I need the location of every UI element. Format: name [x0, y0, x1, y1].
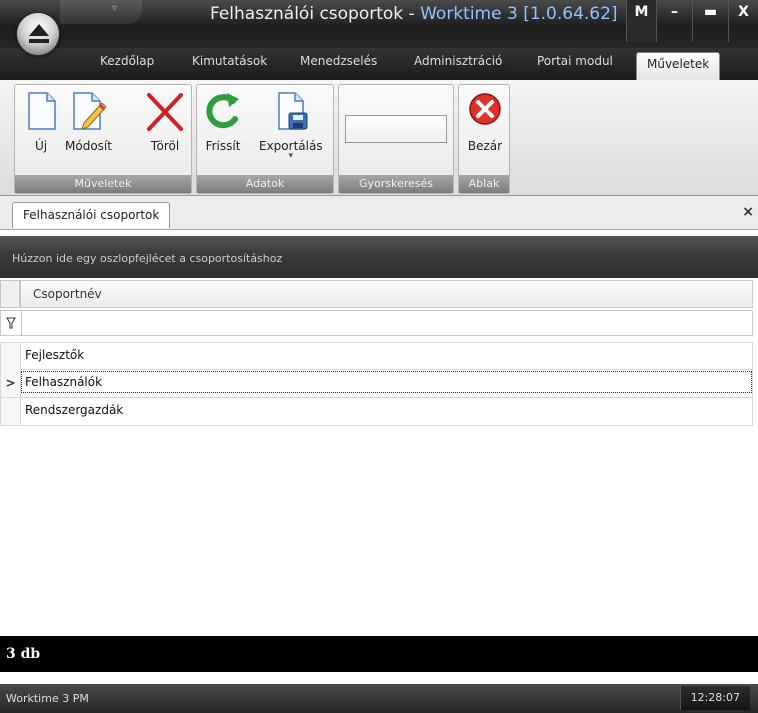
ribbon-tabs: Kezdőlap Kimutatások Menedzselés Adminis… [0, 48, 758, 80]
window-title: Felhasználói csoportok - Worktime 3 [1.0… [210, 4, 618, 24]
title-bar: ▿ Felhasználói csoportok - Worktime 3 [1… [0, 0, 758, 48]
close-button-label: Bezár [467, 139, 503, 153]
export-document-icon [278, 92, 308, 130]
refresh-button-label: Frissít [205, 139, 241, 153]
close-button[interactable]: Bezár [465, 89, 505, 153]
window-title-text: Felhasználói csoportok [210, 4, 404, 24]
column-header-csoportnev[interactable]: Csoportnév [20, 280, 753, 308]
delete-button[interactable]: Töröl [145, 89, 185, 153]
tab-kezdolap[interactable]: Kezdőlap [100, 54, 154, 68]
export-button[interactable]: Exportálás ▾ [259, 89, 323, 161]
tab-portai-modul[interactable]: Portai modul [537, 54, 613, 68]
document-close-icon[interactable]: × [742, 204, 754, 220]
tab-kimutatasok[interactable]: Kimutatások [192, 54, 267, 68]
document-tab-strip: Felhasználói csoportok × [0, 196, 758, 230]
export-dropdown-icon: ▾ [288, 151, 294, 161]
refresh-icon [206, 93, 239, 129]
maximize-button[interactable]: ▬ [692, 0, 728, 42]
delete-button-label: Töröl [150, 139, 180, 153]
quick-access-toolbar: ▿ [60, 0, 142, 24]
close-window-button[interactable]: X [728, 0, 758, 42]
filter-icon [6, 317, 16, 329]
ribbon-group-adatok: Frissít Exportálás ▾ Adatok [196, 84, 334, 194]
row-indicator-selected: > [1, 370, 21, 397]
table-row[interactable]: > Felhasználók [0, 370, 753, 398]
column-header-indicator [0, 280, 20, 308]
tab-muveletek[interactable]: Műveletek [636, 52, 721, 80]
row-cell-csoportnev: Fejlesztők [25, 348, 85, 362]
ribbon-group-label: Gyorskeresés [339, 175, 453, 193]
ribbon-group-label: Műveletek [15, 175, 191, 193]
tab-menedzseles[interactable]: Menedzselés [300, 54, 377, 68]
data-grid: Húzzon ide egy oszlopfejlécet a csoporto… [0, 230, 758, 684]
ribbon-panel: Új Módosít Töröl Műveletek Frissít Expor… [0, 80, 758, 196]
document-tab[interactable]: Felhasználói csoportok [12, 202, 171, 228]
delete-x-icon [147, 93, 183, 131]
auto-filter-row[interactable] [0, 310, 753, 336]
ribbon-group-muveletek: Új Módosít Töröl Műveletek [14, 84, 192, 194]
edit-document-icon [73, 92, 108, 130]
table-row[interactable]: Rendszergazdák [0, 398, 753, 426]
row-cell-csoportnev: Rendszergazdák [25, 403, 124, 417]
ribbon-group-label: Adatok [197, 175, 333, 193]
status-bar: Worktime 3 PM 12:28:07 [0, 684, 758, 713]
grid-rows: Fejlesztők > Felhasználók Rendszergazdák [0, 342, 753, 426]
close-circle-icon [469, 93, 501, 125]
eject-icon-bar [29, 39, 49, 43]
ribbon-group-gyorskereses: Gyorskeresés [338, 84, 454, 194]
eject-icon [29, 24, 49, 36]
status-clock: 12:28:07 [679, 686, 750, 710]
filter-cell-divider [21, 311, 22, 335]
new-button[interactable]: Új [21, 89, 61, 153]
window-controls: M – ▬ X [626, 0, 758, 42]
new-button-label: Új [34, 139, 48, 153]
application-menu-orb[interactable] [16, 12, 60, 56]
group-panel[interactable]: Húzzon ide egy oszlopfejlécet a csoporto… [0, 236, 758, 278]
edit-button[interactable]: Módosít [65, 89, 112, 153]
refresh-button[interactable]: Frissít [203, 89, 243, 153]
new-document-icon [28, 92, 56, 130]
ribbon-group-label: Ablak [459, 175, 509, 193]
window-title-sep: - [403, 4, 421, 24]
minimize-button[interactable]: – [656, 0, 692, 42]
ribbon-group-ablak: Bezár Ablak [458, 84, 510, 194]
edit-button-label: Módosít [65, 139, 112, 153]
row-cell-csoportnev: Felhasználók [21, 371, 752, 393]
window-extra-button[interactable]: M [626, 0, 656, 42]
table-row[interactable]: Fejlesztők [0, 342, 753, 370]
qat-dropdown-icon[interactable]: ▿ [112, 3, 117, 14]
tab-adminisztracio[interactable]: Adminisztráció [414, 54, 502, 68]
row-indicator [1, 343, 21, 370]
app-name: Worktime 3 [1.0.64.62] [420, 4, 618, 24]
grid-footer-count: 3 db [0, 636, 758, 672]
quick-search-input[interactable] [345, 115, 447, 143]
status-app-name: Worktime 3 PM [6, 692, 89, 705]
row-indicator [1, 398, 21, 425]
